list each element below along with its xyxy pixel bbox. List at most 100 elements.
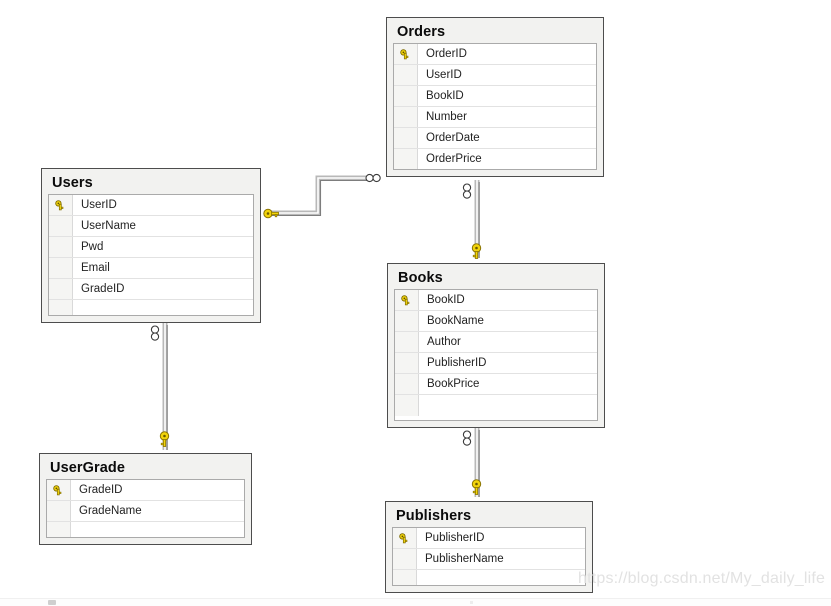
- scrollbar-thumb[interactable]: [48, 600, 56, 605]
- db-column-row[interactable]: BookID: [394, 86, 596, 107]
- db-column-row[interactable]: UserID: [49, 195, 253, 216]
- db-column-row[interactable]: GradeID: [47, 480, 244, 501]
- db-column-gutter: [393, 570, 417, 585]
- db-column-gutter: [394, 65, 418, 85]
- db-column-gutter: [394, 86, 418, 106]
- primary-key-icon: [399, 532, 408, 543]
- db-table-title: Users: [52, 175, 93, 191]
- db-table-columns[interactable]: GradeID GradeName: [46, 479, 245, 538]
- infinity-icon: [150, 325, 160, 341]
- db-column-name: Pwd: [81, 240, 104, 253]
- db-column-gutter: [394, 44, 418, 64]
- db-column-gutter: [49, 237, 73, 257]
- db-column-row[interactable]: PublisherID: [395, 353, 597, 374]
- relationship-users-orders[interactable]: [271, 175, 372, 217]
- db-table-title: Books: [398, 270, 443, 286]
- db-column-gutter: [49, 258, 73, 278]
- db-table-columns[interactable]: OrderID UserID BookID Number OrderDate O…: [393, 43, 597, 170]
- primary-key-icon: [400, 48, 409, 59]
- db-table-users[interactable]: Users UserID UserName Pwd Email GradeID: [41, 168, 261, 323]
- horizontal-scrollbar[interactable]: [0, 598, 831, 606]
- db-table-books[interactable]: Books BookID BookName Author PublisherID…: [387, 263, 605, 428]
- db-column-name: Author: [427, 335, 461, 348]
- watermark: https://blog.csdn.net/My_daily_life: [578, 570, 826, 587]
- db-column-row[interactable]: PublisherName: [393, 549, 585, 570]
- infinity-icon: [462, 430, 472, 446]
- db-column-gutter: [47, 522, 71, 537]
- db-column-row[interactable]: PublisherID: [393, 528, 585, 549]
- db-column-gutter: [393, 549, 417, 569]
- db-column-name: UserName: [81, 219, 136, 232]
- db-column-row[interactable]: Author: [395, 332, 597, 353]
- db-table-title: UserGrade: [50, 460, 126, 476]
- relationship-books-publishers[interactable]: [474, 428, 480, 497]
- db-table-columns[interactable]: PublisherID PublisherName: [392, 527, 586, 586]
- db-column-row-empty[interactable]: [47, 522, 244, 537]
- db-column-gutter: [395, 290, 419, 310]
- db-column-row[interactable]: GradeID: [49, 279, 253, 300]
- db-column-row[interactable]: BookName: [395, 311, 597, 332]
- db-column-gutter: [49, 279, 73, 299]
- db-column-gutter: [49, 195, 73, 215]
- db-column-name: BookID: [427, 293, 465, 306]
- db-column-row[interactable]: Pwd: [49, 237, 253, 258]
- db-column-row[interactable]: GradeName: [47, 501, 244, 522]
- db-column-row[interactable]: OrderID: [394, 44, 596, 65]
- db-table-orders[interactable]: Orders OrderID UserID BookID Number Orde…: [386, 17, 604, 177]
- db-column-gutter: [49, 216, 73, 236]
- db-column-row[interactable]: UserName: [49, 216, 253, 237]
- db-column-row[interactable]: Email: [49, 258, 253, 279]
- db-column-gutter: [47, 480, 71, 500]
- db-column-row[interactable]: UserID: [394, 65, 596, 86]
- db-column-name: UserID: [426, 68, 462, 81]
- db-column-name: PublisherName: [425, 552, 504, 565]
- db-column-name: Number: [426, 110, 467, 123]
- db-column-name: GradeName: [79, 504, 142, 517]
- db-column-name: BookName: [427, 314, 484, 327]
- primary-key-icon: [55, 199, 64, 210]
- database-diagram-canvas[interactable]: Orders OrderID UserID BookID Number Orde…: [0, 0, 831, 598]
- primary-key-icon: [53, 484, 62, 495]
- db-column-gutter: [395, 332, 419, 352]
- db-column-name: OrderDate: [426, 131, 480, 144]
- db-column-row-empty[interactable]: [393, 570, 585, 585]
- db-column-gutter: [394, 149, 418, 169]
- db-column-row[interactable]: OrderDate: [394, 128, 596, 149]
- db-table-title: Orders: [397, 24, 446, 40]
- db-column-row[interactable]: BookPrice: [395, 374, 597, 395]
- db-column-gutter: [394, 107, 418, 127]
- db-column-name: OrderID: [426, 47, 467, 60]
- db-column-gutter: [394, 128, 418, 148]
- db-column-name: PublisherID: [425, 531, 485, 544]
- db-column-gutter: [47, 501, 71, 521]
- db-column-gutter: [395, 353, 419, 373]
- db-table-columns[interactable]: UserID UserName Pwd Email GradeID: [48, 194, 254, 316]
- db-column-row[interactable]: OrderPrice: [394, 149, 596, 169]
- db-column-gutter: [395, 374, 419, 394]
- infinity-icon: [462, 183, 472, 199]
- db-column-name: Email: [81, 261, 110, 274]
- db-column-row-empty[interactable]: [395, 395, 597, 416]
- db-column-name: BookID: [426, 89, 464, 102]
- db-column-name: BookPrice: [427, 377, 480, 390]
- db-table-columns[interactable]: BookID BookName Author PublisherID BookP…: [394, 289, 598, 421]
- db-column-gutter: [395, 311, 419, 331]
- db-column-row[interactable]: BookID: [395, 290, 597, 311]
- db-column-row-empty[interactable]: [49, 300, 253, 315]
- db-column-name: GradeID: [79, 483, 123, 496]
- db-column-name: UserID: [81, 198, 117, 211]
- relationship-orders-books[interactable]: [474, 180, 480, 258]
- db-column-name: GradeID: [81, 282, 125, 295]
- db-table-usergrade[interactable]: UserGrade GradeID GradeName: [39, 453, 252, 545]
- db-table-publishers[interactable]: Publishers PublisherID PublisherName: [385, 501, 593, 593]
- db-column-name: PublisherID: [427, 356, 487, 369]
- db-table-title: Publishers: [396, 508, 472, 524]
- db-column-gutter: [393, 528, 417, 548]
- primary-key-icon: [401, 294, 410, 305]
- scrollbar-tick: [470, 601, 473, 604]
- relationship-users-usergrade[interactable]: [162, 323, 168, 450]
- db-column-gutter: [395, 395, 419, 416]
- db-column-gutter: [49, 300, 73, 315]
- db-column-row[interactable]: Number: [394, 107, 596, 128]
- db-column-name: OrderPrice: [426, 152, 482, 165]
